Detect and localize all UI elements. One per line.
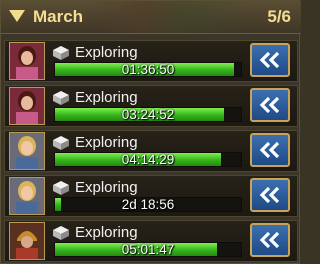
march-row[interactable]: Exploring 03:24:52: [4, 85, 298, 127]
explore-cube-icon: [52, 90, 70, 106]
march-row[interactable]: Exploring 01:36:50: [4, 40, 298, 82]
hero-avatar[interactable]: [9, 87, 45, 125]
march-progress-bar: 04:14:29: [54, 152, 242, 167]
header-background-art: [97, 1, 247, 33]
march-progress-bar: 01:36:50: [54, 62, 242, 77]
hero-avatar[interactable]: [9, 132, 45, 170]
march-timer: 01:36:50: [121, 62, 175, 77]
explore-cube-icon: [52, 225, 70, 241]
march-status: Exploring: [75, 179, 138, 196]
speed-up-button[interactable]: [250, 178, 290, 212]
march-status: Exploring: [75, 44, 138, 61]
explore-cube-icon: [52, 135, 70, 151]
speed-up-button[interactable]: [250, 223, 290, 257]
march-row[interactable]: Exploring 05:01:47: [4, 220, 298, 262]
hero-portrait-pink-icon: [10, 43, 44, 79]
speed-up-button[interactable]: [250, 88, 290, 122]
march-title: March: [33, 7, 84, 26]
hero-avatar[interactable]: [9, 222, 45, 260]
hero-portrait-pink-icon: [10, 88, 44, 124]
speed-up-double-chevron-icon: [259, 186, 280, 204]
collapse-caret-icon[interactable]: [9, 10, 25, 22]
speed-up-double-chevron-icon: [259, 51, 280, 69]
explore-cube-icon: [52, 45, 70, 61]
march-count: 5/6: [267, 7, 291, 26]
march-timer: 03:24:52: [121, 107, 175, 122]
speed-up-double-chevron-icon: [259, 96, 280, 114]
march-progress-bar: 05:01:47: [54, 242, 242, 257]
march-row[interactable]: Exploring 2d 18:56: [4, 175, 298, 217]
hero-avatar[interactable]: [9, 42, 45, 80]
march-timer: 2d 18:56: [121, 197, 175, 212]
explore-cube-icon: [52, 180, 70, 196]
speed-up-double-chevron-icon: [259, 231, 280, 249]
hero-portrait-blonde-icon: [10, 133, 44, 169]
march-header[interactable]: March 5/6: [1, 1, 301, 34]
march-timer: 04:14:29: [121, 152, 175, 167]
speed-up-button[interactable]: [250, 43, 290, 77]
march-row[interactable]: Exploring 04:14:29: [4, 130, 298, 172]
march-progress-bar: 2d 18:56: [54, 197, 242, 212]
hero-portrait-helmet-icon: [10, 223, 44, 259]
speed-up-button[interactable]: [250, 133, 290, 167]
speed-up-double-chevron-icon: [259, 141, 280, 159]
march-panel: March 5/6 Exploring 01:36:50 Exploring 0…: [0, 0, 301, 264]
hero-portrait-blonde-icon: [10, 178, 44, 214]
march-timer: 05:01:47: [121, 242, 175, 257]
march-status: Exploring: [75, 134, 138, 151]
march-status: Exploring: [75, 224, 138, 241]
hero-avatar[interactable]: [9, 177, 45, 215]
march-progress-bar: 03:24:52: [54, 107, 242, 122]
march-status: Exploring: [75, 89, 138, 106]
